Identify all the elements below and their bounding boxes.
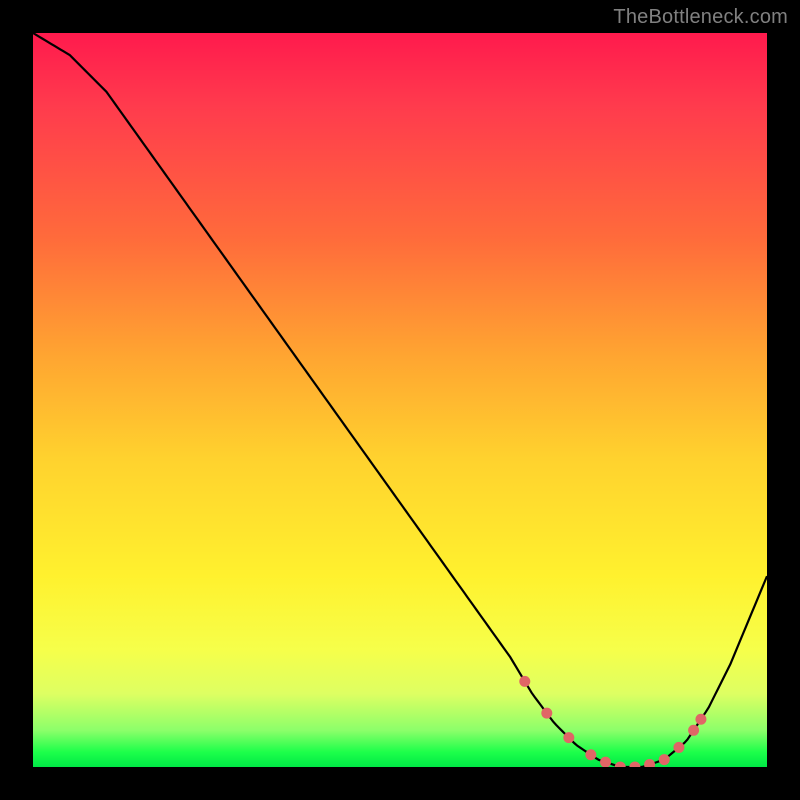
highlight-dot bbox=[585, 749, 596, 760]
chart-frame: TheBottleneck.com bbox=[0, 0, 800, 800]
highlight-dot bbox=[563, 732, 574, 743]
highlight-dot bbox=[659, 754, 670, 765]
highlight-dot bbox=[695, 714, 706, 725]
highlight-dots bbox=[519, 676, 706, 767]
highlight-dot bbox=[688, 725, 699, 736]
chart-svg bbox=[33, 33, 767, 767]
highlight-dot bbox=[615, 762, 626, 768]
chart-plot-area bbox=[33, 33, 767, 767]
highlight-dot bbox=[600, 757, 611, 767]
highlight-dot bbox=[519, 676, 530, 687]
highlight-dot bbox=[673, 742, 684, 753]
highlight-dot bbox=[541, 708, 552, 719]
watermark-text: TheBottleneck.com bbox=[613, 6, 788, 29]
highlight-dot bbox=[644, 759, 655, 767]
highlight-dot bbox=[629, 762, 640, 768]
bottleneck-curve-path bbox=[33, 33, 767, 767]
